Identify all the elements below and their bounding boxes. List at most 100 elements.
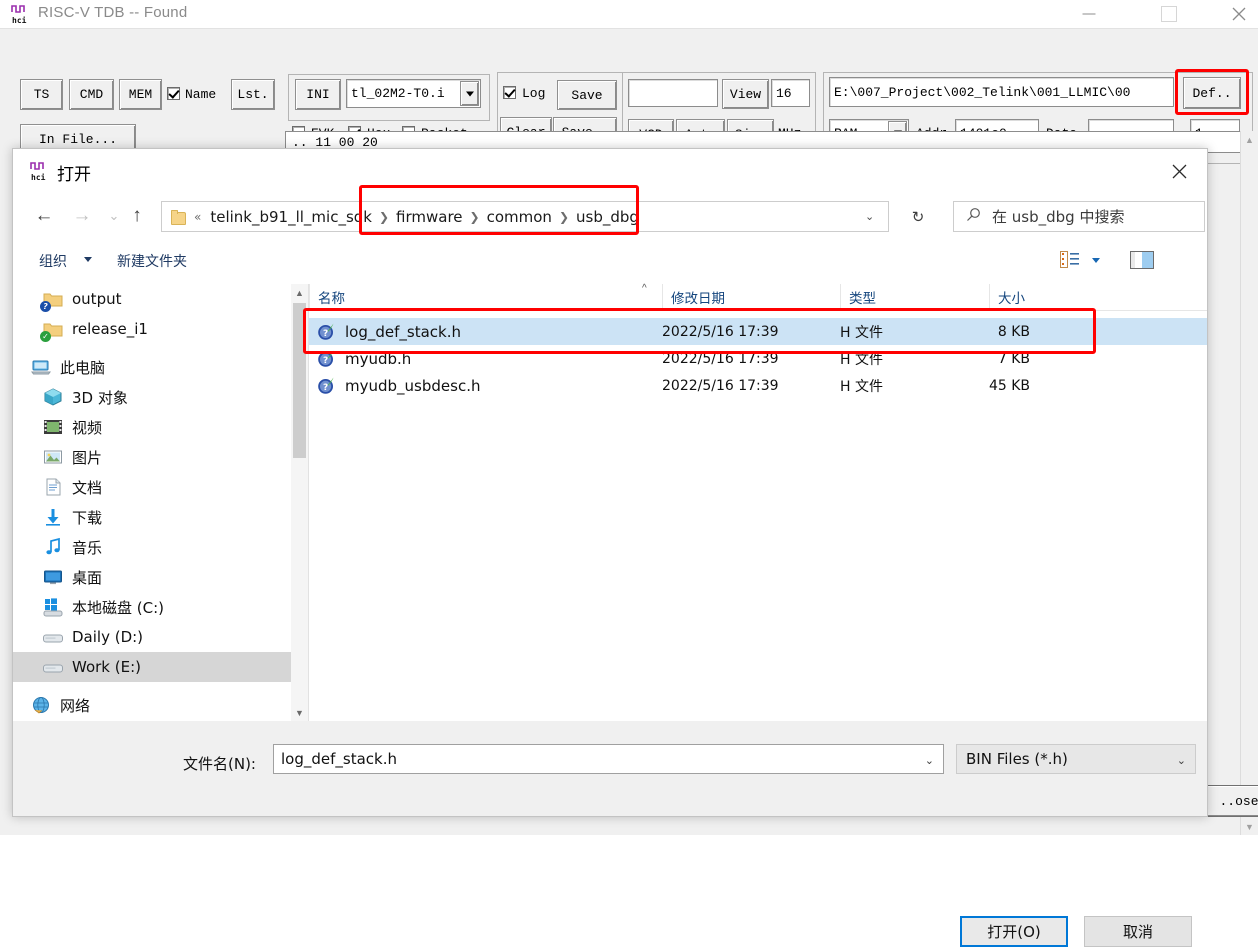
- sync-status-badge: ✓: [40, 331, 51, 342]
- column-header-0[interactable]: 名称: [309, 284, 662, 310]
- new-folder-button[interactable]: 新建文件夹: [117, 251, 187, 271]
- app-title: RISC-V TDB -- Found: [38, 4, 187, 21]
- nav-pane-item-4[interactable]: 视频: [13, 412, 291, 442]
- log-checkbox-label: Log: [522, 86, 545, 101]
- file-row[interactable]: ?myudb_usbdesc.h2022/5/16 17:39H 文件45 KB: [309, 372, 1207, 399]
- main-vertical-scrollbar[interactable]: ▲ ▼: [1240, 131, 1258, 835]
- log-save-button[interactable]: Save: [557, 80, 617, 110]
- project-path-field[interactable]: E:\007_Project\002_Telink\001_LLMIC\00: [829, 77, 1174, 107]
- nav-pane-item-5[interactable]: 图片: [13, 442, 291, 472]
- nav-pane-item-1[interactable]: ✓release_i1: [13, 314, 291, 344]
- main-toolbar: TS CMD MEM Name Lst. In File... Out File…: [0, 28, 1258, 134]
- search-input[interactable]: 在 usb_dbg 中搜索: [953, 201, 1205, 232]
- breadcrumb[interactable]: « telink_b91_ll_mic_sdk ❯ firmware ❯ com…: [161, 201, 889, 232]
- ini-combo[interactable]: tl_02M2-T0.i: [346, 79, 481, 108]
- project-path-value: E:\007_Project\002_Telink\001_LLMIC\00: [834, 85, 1130, 100]
- back-button[interactable]: ←: [27, 199, 61, 233]
- nav-pane-item-label: 图片: [72, 447, 102, 468]
- file-type: H 文件: [840, 349, 883, 369]
- breadcrumb-item-root[interactable]: telink_b91_ll_mic_sdk: [210, 208, 372, 226]
- file-row[interactable]: ?log_def_stack.h2022/5/16 17:39H 文件8 KB: [309, 318, 1207, 345]
- view-field[interactable]: [628, 79, 718, 107]
- organize-button[interactable]: 组织: [39, 251, 67, 271]
- scroll-down-icon[interactable]: ▼: [1241, 818, 1258, 835]
- breadcrumb-overflow[interactable]: «: [194, 210, 201, 224]
- nav-pane-item-7[interactable]: 下载: [13, 502, 291, 532]
- svg-text:hci: hci: [31, 172, 46, 182]
- view-count-field[interactable]: 16: [771, 79, 810, 107]
- view-button[interactable]: View: [722, 79, 769, 109]
- lst-button[interactable]: Lst.: [231, 79, 275, 110]
- maximize-button[interactable]: [1146, 0, 1192, 28]
- chevron-down-icon[interactable]: ⌄: [925, 754, 934, 767]
- nav-pane-item-label: 3D 对象: [72, 387, 128, 408]
- nav-pane-item-12[interactable]: Work (E:): [13, 652, 291, 682]
- name-checkbox[interactable]: [167, 87, 180, 100]
- nav-pane-item-0[interactable]: ?output: [13, 284, 291, 314]
- sync-status-badge: ?: [40, 301, 51, 312]
- cancel-button[interactable]: 取消: [1084, 916, 1192, 947]
- column-header-1[interactable]: 修改日期: [662, 284, 840, 310]
- file-name: myudb_usbdesc.h: [345, 377, 480, 395]
- column-header-2[interactable]: 类型: [840, 284, 989, 310]
- chevron-down-icon[interactable]: [460, 81, 479, 106]
- file-size: 45 KB: [920, 378, 1030, 394]
- main-close-button[interactable]: ..ose: [1202, 785, 1258, 817]
- open-file-dialog: hci 打开 ← → ⌄ ↑ « telink_b91_ll_mic_sdk ❯…: [12, 148, 1208, 817]
- scroll-up-icon[interactable]: ▲: [1241, 131, 1258, 148]
- chevron-right-icon: ❯: [559, 210, 569, 224]
- nav-pane-item-8[interactable]: 音乐: [13, 532, 291, 562]
- forward-button[interactable]: →: [65, 199, 99, 233]
- nav-pane-item-6[interactable]: 文档: [13, 472, 291, 502]
- dialog-nav-row: ← → ⌄ ↑ « telink_b91_ll_mic_sdk ❯ firmwa…: [13, 193, 1207, 241]
- column-header-3[interactable]: 大小: [989, 284, 1092, 310]
- nav-pane-item-label: 桌面: [72, 567, 102, 588]
- breadcrumb-item-usb-dbg[interactable]: usb_dbg: [576, 208, 639, 226]
- cmd-button[interactable]: CMD: [69, 79, 114, 110]
- navigation-pane-scrollbar[interactable]: ▲ ▼: [291, 284, 308, 721]
- breadcrumb-dropdown-icon[interactable]: ⌄: [865, 210, 874, 223]
- chevron-down-icon[interactable]: ⌄: [1177, 754, 1186, 767]
- file-type-value: BIN Files (*.h): [966, 750, 1068, 768]
- mem-button[interactable]: MEM: [119, 79, 162, 110]
- hci-waveform-icon: hci: [10, 3, 32, 25]
- file-modified-date: 2022/5/16 17:39: [662, 324, 779, 340]
- hci-waveform-icon: hci: [29, 160, 51, 182]
- nav-pane-item-10[interactable]: 本地磁盘 (C:): [13, 592, 291, 622]
- music-icon: [43, 537, 63, 557]
- scroll-down-icon[interactable]: ▼: [291, 704, 308, 721]
- ts-button[interactable]: TS: [20, 79, 63, 110]
- file-row[interactable]: ?myudb.h2022/5/16 17:39H 文件7 KB: [309, 345, 1207, 372]
- nav-pane-item-9[interactable]: 桌面: [13, 562, 291, 592]
- breadcrumb-item-firmware[interactable]: firmware: [396, 208, 463, 226]
- dialog-close-button[interactable]: [1159, 155, 1199, 187]
- network-icon: [31, 695, 51, 715]
- nav-pane-item-13[interactable]: 网络: [13, 690, 291, 720]
- downloads-icon: [43, 507, 63, 527]
- file-type-filter[interactable]: BIN Files (*.h) ⌄: [956, 744, 1196, 774]
- list-view-icon[interactable]: [1060, 251, 1080, 274]
- scroll-thumb[interactable]: [293, 303, 306, 458]
- up-button[interactable]: ↑: [120, 199, 154, 233]
- breadcrumb-item-common[interactable]: common: [487, 208, 552, 226]
- svg-text:hci: hci: [12, 15, 27, 25]
- filename-label: 文件名(N):: [183, 753, 256, 774]
- refresh-button[interactable]: ↻: [901, 201, 935, 232]
- nav-pane-item-label: Work (E:): [72, 658, 141, 676]
- nav-pane-item-3[interactable]: 3D 对象: [13, 382, 291, 412]
- preview-pane-icon[interactable]: [1130, 251, 1154, 274]
- nav-pane-item-label: 网络: [60, 695, 90, 716]
- nav-pane-item-11[interactable]: Daily (D:): [13, 622, 291, 652]
- ini-button[interactable]: INI: [295, 79, 341, 110]
- nav-pane-item-2[interactable]: 此电脑: [13, 352, 291, 382]
- view-options-caret-icon[interactable]: [1092, 258, 1100, 263]
- minimize-button[interactable]: [1066, 0, 1112, 28]
- def-button[interactable]: Def..: [1183, 77, 1241, 109]
- log-checkbox[interactable]: [503, 86, 516, 99]
- close-button[interactable]: [1216, 0, 1258, 28]
- scroll-up-icon[interactable]: ▲: [291, 284, 308, 301]
- open-button[interactable]: 打开(O): [960, 916, 1068, 947]
- svg-text:?: ?: [323, 356, 328, 366]
- chevron-down-icon[interactable]: [84, 257, 92, 262]
- filename-input[interactable]: log_def_stack.h ⌄: [273, 744, 944, 774]
